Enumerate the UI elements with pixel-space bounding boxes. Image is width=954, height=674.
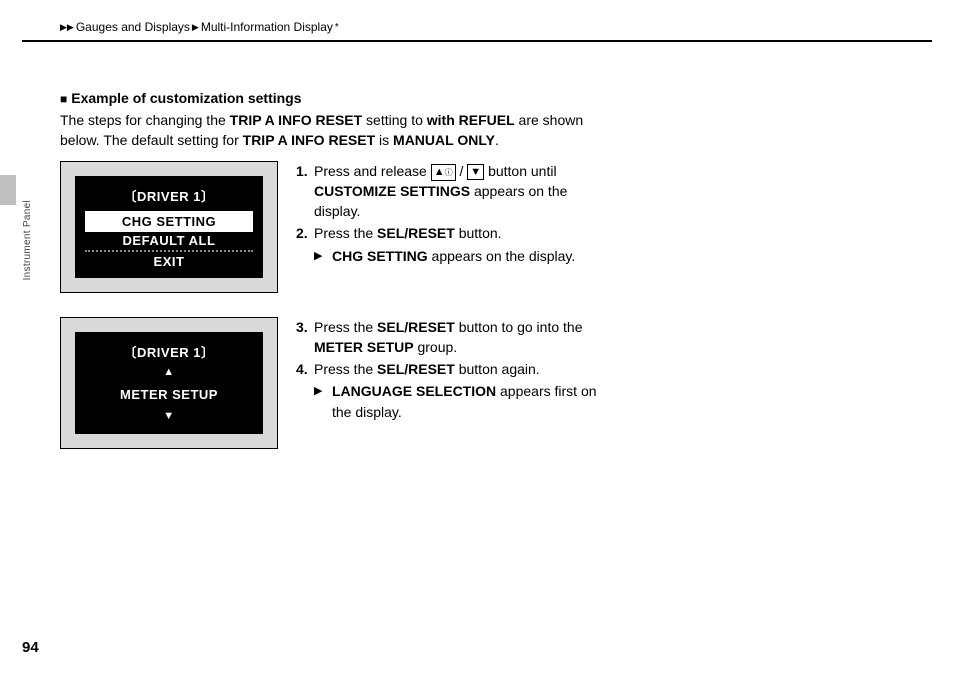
down-arrow-icon: ▼ (81, 411, 257, 422)
lcd-option-selected: CHG SETTING (85, 211, 253, 232)
intro-paragraph: The steps for changing the TRIP A INFO R… (60, 110, 620, 151)
chevron-right-icon: ▶ (192, 22, 199, 33)
breadcrumb-section: Gauges and Displays (76, 20, 190, 34)
display-screenshot-1: 〔DRIVER 1〕 CHG SETTING DEFAULT ALL EXIT (60, 161, 278, 293)
up-arrow-icon: ▲ (81, 367, 257, 378)
lcd-title: METER SETUP (81, 386, 257, 403)
step-result: ▶ CHG SETTING appears on the display. (296, 246, 616, 266)
square-bullet-icon: ■ (60, 92, 67, 106)
step-list-2: 3. Press the SEL/RESET button to go into… (296, 317, 616, 380)
breadcrumb-page: Multi-Information Display (201, 20, 333, 34)
header-rule (22, 40, 932, 42)
step-result: ▶ LANGUAGE SELECTION appears first on th… (296, 381, 616, 422)
chevron-right-icon: ▶▶ (60, 22, 74, 33)
section-heading: ■Example of customization settings (60, 90, 914, 106)
step-list-1: 1. Press and release ▲ⓘ / ▼ button until… (296, 161, 616, 244)
side-tab-label: Instrument Panel (22, 200, 33, 280)
page-number: 94 (22, 639, 39, 656)
step-item: 3. Press the SEL/RESET button to go into… (296, 317, 616, 358)
side-tab-marker (0, 175, 16, 205)
result-arrow-icon: ▶ (314, 246, 332, 266)
footnote-star: * (335, 22, 339, 33)
display-screenshot-2: 〔DRIVER 1〕 ▲ METER SETUP ▼ (60, 317, 278, 449)
lcd-option: EXIT (81, 253, 257, 270)
lcd-header: 〔DRIVER 1〕 (81, 186, 257, 205)
lcd-option: DEFAULT ALL (81, 232, 257, 249)
step-item: 4. Press the SEL/RESET button again. (296, 359, 616, 379)
step-item: 2. Press the SEL/RESET button. (296, 223, 616, 243)
breadcrumb: ▶▶ Gauges and Displays ▶ Multi-Informati… (60, 20, 932, 34)
lcd-header: 〔DRIVER 1〕 (81, 342, 257, 361)
down-button-icon: ▼ (467, 164, 484, 180)
up-info-button-icon: ▲ⓘ (431, 164, 456, 181)
step-item: 1. Press and release ▲ⓘ / ▼ button until… (296, 161, 616, 222)
result-arrow-icon: ▶ (314, 381, 332, 422)
